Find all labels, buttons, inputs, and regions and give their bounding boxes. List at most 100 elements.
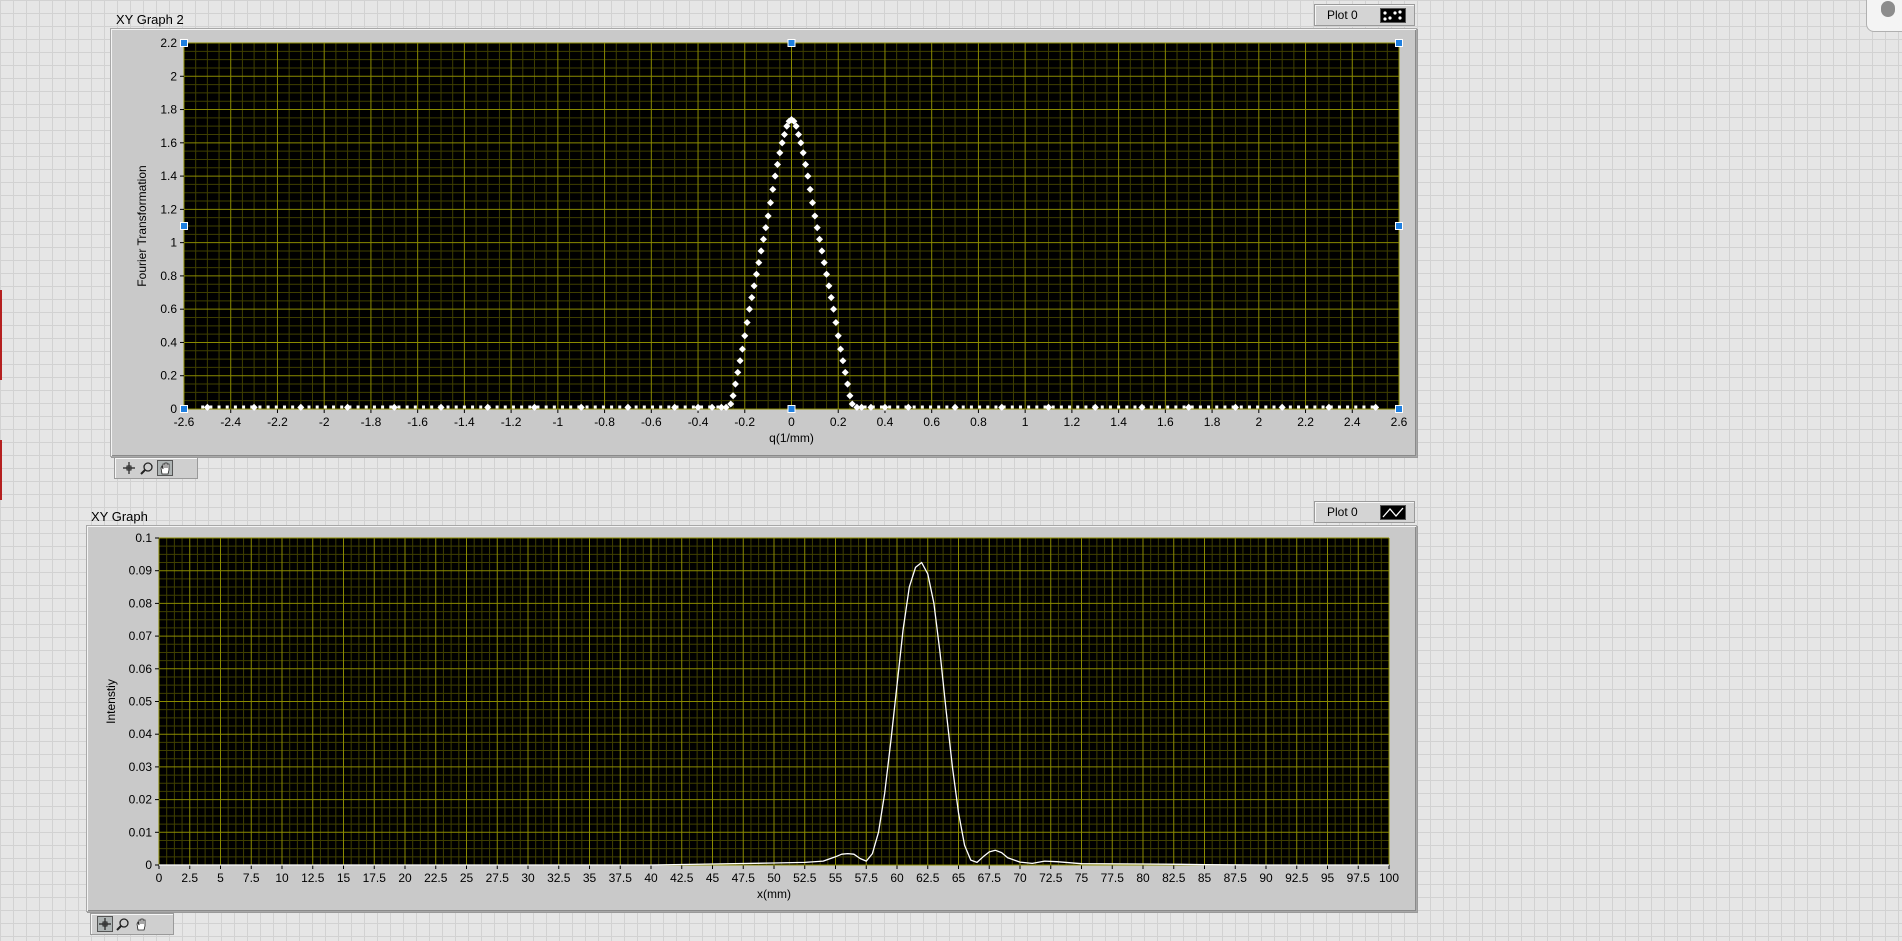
x-tick-label: 1.2 xyxy=(1064,415,1081,429)
x-tick-label: 12.5 xyxy=(301,871,325,885)
data-point xyxy=(1337,405,1341,409)
data-point xyxy=(912,405,916,409)
cursor-crosshair-icon[interactable] xyxy=(97,916,113,932)
x-tick-label: 42.5 xyxy=(670,871,694,885)
data-point xyxy=(879,405,883,409)
x-tick-label: 0.8 xyxy=(970,415,987,429)
xy-graph-canvas[interactable]: 0 2.5 5 7.5 10 12.5 15 17.5 20 22.5 25 27.5 30 32.5 35… xyxy=(87,526,1416,911)
data-point xyxy=(250,405,254,409)
data-point xyxy=(1133,405,1137,409)
x-tick-label: 30 xyxy=(521,871,535,885)
data-point xyxy=(978,405,982,409)
x-tick-label: 10 xyxy=(275,871,289,885)
data-point xyxy=(1051,405,1055,409)
x-tick-label: 17.5 xyxy=(363,871,387,885)
data-point xyxy=(1247,405,1251,409)
data-point xyxy=(1076,405,1080,409)
x-tick-label: 1.6 xyxy=(1157,415,1174,429)
data-point xyxy=(1305,405,1309,409)
data-point xyxy=(871,405,875,409)
x-tick-label: 55 xyxy=(829,871,843,885)
data-point xyxy=(691,405,695,409)
y-tick-label: 0.08 xyxy=(129,596,153,610)
xy-graph[interactable]: 0 2.5 5 7.5 10 12.5 15 17.5 20 22.5 25 27.5 30 32.5 35… xyxy=(86,525,1417,912)
y-tick-label: 0.6 xyxy=(160,302,177,316)
data-point xyxy=(1264,405,1268,409)
x-tick-label: 87.5 xyxy=(1224,871,1248,885)
selection-handle[interactable] xyxy=(1395,405,1403,413)
selection-handle[interactable] xyxy=(180,39,188,47)
x-tick-label: 0.2 xyxy=(830,415,847,429)
data-point xyxy=(675,405,679,409)
y-tick-label: 0.4 xyxy=(160,335,177,349)
data-point xyxy=(217,405,221,409)
x-tick-label: 82.5 xyxy=(1162,871,1186,885)
data-point xyxy=(1329,405,1333,409)
data-point xyxy=(1125,405,1129,409)
y-tick-label: 2 xyxy=(170,69,177,83)
data-point xyxy=(863,405,867,409)
data-point xyxy=(1207,405,1211,409)
pan-hand-icon[interactable] xyxy=(157,460,173,476)
data-point xyxy=(888,405,892,409)
selection-handle[interactable] xyxy=(1395,39,1403,47)
scroll-knob[interactable] xyxy=(1881,1,1895,17)
selection-handle[interactable] xyxy=(787,405,796,413)
data-point xyxy=(381,405,385,409)
data-point xyxy=(446,405,450,409)
xy-graph-2-canvas[interactable]: -2.6 -2.4 -2.2 -2 -1.8 -1.6 -1.4 -1.2 -1 -0.8 -0.6… xyxy=(111,29,1416,456)
data-point xyxy=(1018,405,1022,409)
data-point xyxy=(1288,405,1292,409)
line-plot-icon[interactable] xyxy=(1380,505,1406,520)
x-tick-label: 40 xyxy=(644,871,658,885)
window-edge xyxy=(0,440,2,500)
data-point xyxy=(708,405,712,409)
data-point xyxy=(1059,405,1063,409)
cursor-crosshair-icon[interactable] xyxy=(121,460,137,476)
data-point xyxy=(700,405,704,409)
data-point xyxy=(503,405,507,409)
data-point xyxy=(242,405,246,409)
data-point xyxy=(332,405,336,409)
data-point xyxy=(683,405,687,409)
zoom-icon[interactable] xyxy=(115,916,131,932)
data-point xyxy=(593,405,597,409)
selection-handle[interactable] xyxy=(787,39,796,47)
y-tick-label: 1.2 xyxy=(160,202,177,216)
x-tick-label: -1.8 xyxy=(361,415,382,429)
selection-handle[interactable] xyxy=(180,222,188,230)
data-point xyxy=(471,405,475,409)
data-point xyxy=(610,405,614,409)
x-tick-label: 72.5 xyxy=(1039,871,1063,885)
y-tick-label: 0.09 xyxy=(129,564,153,578)
plot-legend[interactable]: Plot 0 xyxy=(1314,501,1415,523)
graph-tools-palette[interactable] xyxy=(114,457,198,479)
y-tick-label: 0 xyxy=(170,402,177,416)
data-point xyxy=(1198,405,1202,409)
x-tick-label: 1 xyxy=(1022,415,1029,429)
selection-handle[interactable] xyxy=(180,405,188,413)
y-axis-label: Fourier Transformation xyxy=(135,165,149,286)
data-point xyxy=(561,405,565,409)
data-point xyxy=(323,405,327,409)
x-tick-label: 90 xyxy=(1259,871,1273,885)
panel-scroll-widget[interactable] xyxy=(1866,0,1902,32)
data-point xyxy=(1108,405,1112,409)
x-tick-label: 45 xyxy=(706,871,720,885)
selection-handle[interactable] xyxy=(1395,222,1403,230)
xy-graph-2[interactable]: -2.6 -2.4 -2.2 -2 -1.8 -1.6 -1.4 -1.2 -1 -0.8 -0.6… xyxy=(110,28,1417,457)
data-point xyxy=(937,405,941,409)
data-point xyxy=(642,405,646,409)
data-point xyxy=(258,405,262,409)
x-tick-label: 0 xyxy=(788,415,795,429)
pan-hand-icon[interactable] xyxy=(133,916,149,932)
zoom-icon[interactable] xyxy=(139,460,155,476)
graph-tools-palette[interactable] xyxy=(90,913,174,935)
plot-legend[interactable]: Plot 0 xyxy=(1314,4,1415,26)
y-tick-label: 0.2 xyxy=(160,369,177,383)
data-point xyxy=(348,405,352,409)
scatter-plot-icon[interactable] xyxy=(1380,8,1406,23)
x-tick-label: -2 xyxy=(319,415,330,429)
y-tick-label: 1.8 xyxy=(160,103,177,117)
x-tick-label: 0.6 xyxy=(923,415,940,429)
